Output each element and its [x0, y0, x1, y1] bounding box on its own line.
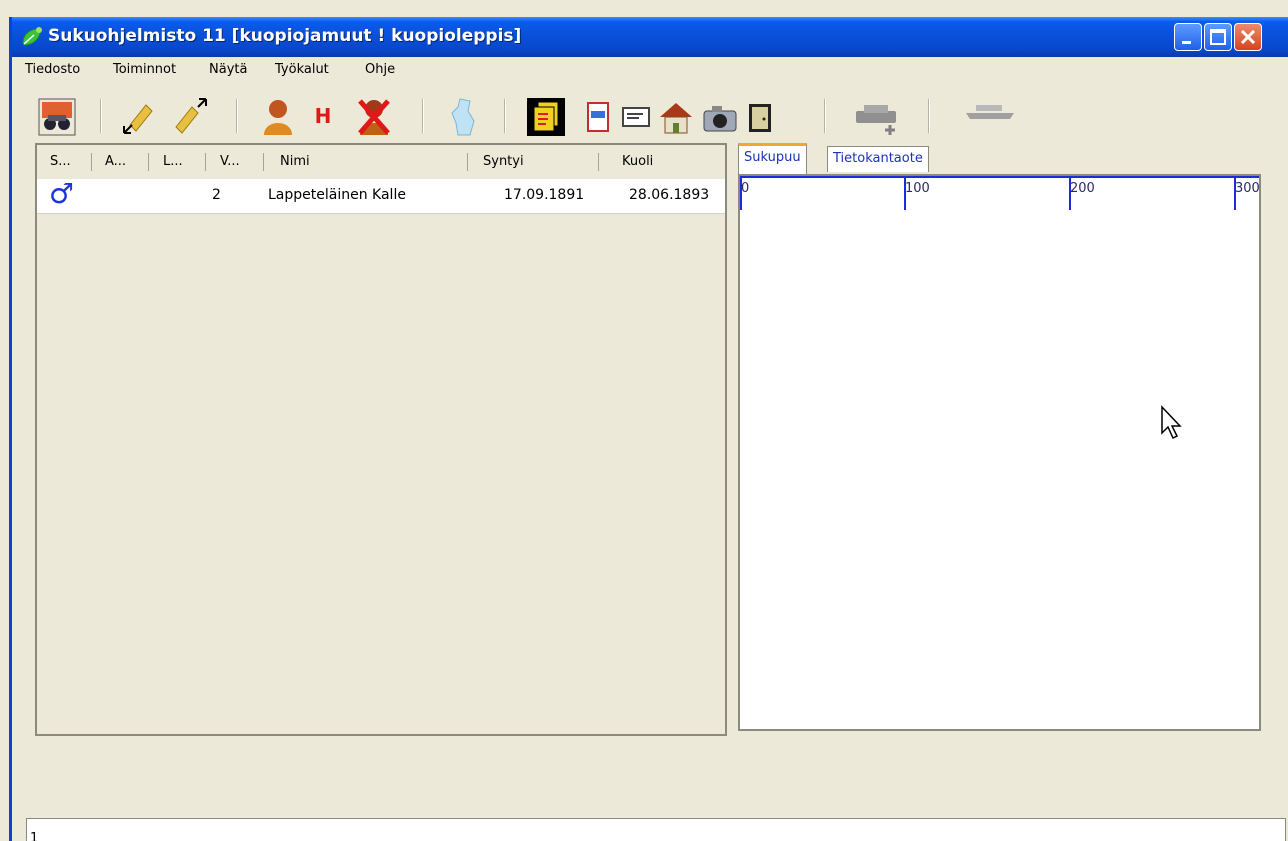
- toolbar: H: [12, 91, 1288, 143]
- column-divider[interactable]: [263, 153, 264, 171]
- column-divider[interactable]: [205, 153, 206, 171]
- column-header-kuoli[interactable]: Kuoli: [622, 154, 653, 169]
- pencil-expand-icon[interactable]: [170, 97, 210, 137]
- menu-tyokalut[interactable]: Työkalut: [275, 62, 329, 77]
- toolbar-separator: [504, 99, 506, 133]
- door-icon[interactable]: [740, 97, 780, 137]
- toolbar-separator: [824, 99, 826, 133]
- scanner-icon[interactable]: [960, 97, 1020, 137]
- house-icon[interactable]: [656, 97, 696, 137]
- ruler-label: 200: [1070, 181, 1095, 196]
- camera-icon[interactable]: [700, 97, 740, 137]
- tab-sukupuu[interactable]: Sukupuu: [738, 143, 807, 174]
- maximize-icon: [1210, 29, 1226, 45]
- maximize-button[interactable]: [1204, 23, 1232, 51]
- map-icon[interactable]: [444, 97, 484, 137]
- ruler-label: 100: [905, 181, 930, 196]
- column-header[interactable]: L...: [163, 154, 183, 169]
- person-delete-icon[interactable]: [354, 97, 394, 137]
- status-text: 1: [30, 831, 39, 841]
- column-header-syntyi[interactable]: Syntyi: [483, 154, 524, 169]
- toolbar-separator: [422, 99, 424, 133]
- menu-tiedosto[interactable]: Tiedosto: [25, 62, 80, 77]
- person-list-panel: S... A... L... V... Nimi Syntyi Kuoli ♂ …: [35, 143, 727, 736]
- cell-died: 28.06.1893: [629, 187, 710, 203]
- mouse-cursor-icon: [1161, 405, 1182, 440]
- table-row[interactable]: ♂ 2 Lappeteläinen Kalle 17.09.1891 28.06…: [37, 177, 725, 214]
- toolbar-separator: [928, 99, 930, 133]
- menu-toiminnot[interactable]: Toiminnot: [113, 62, 176, 77]
- close-button[interactable]: [1234, 23, 1262, 51]
- minimize-icon: [1182, 41, 1191, 44]
- title-bar[interactable]: Sukuohjelmisto 11 [kuopiojamuut ! kuopio…: [12, 17, 1288, 57]
- toolbar-separator: [236, 99, 238, 133]
- male-gender-icon: ♂: [49, 177, 75, 210]
- main-window: Sukuohjelmisto 11 [kuopiojamuut ! kuopio…: [9, 17, 1288, 841]
- ruler-label: 300: [1235, 181, 1260, 196]
- menu-nayta[interactable]: Näytä: [209, 62, 247, 77]
- column-divider[interactable]: [91, 153, 92, 171]
- id-card-icon[interactable]: [578, 97, 618, 137]
- person-icon[interactable]: [258, 97, 298, 137]
- tree-canvas[interactable]: 0 100 200 300: [738, 174, 1261, 731]
- cell-v: 2: [212, 187, 221, 203]
- binoculars-icon[interactable]: [37, 97, 77, 137]
- minimize-button[interactable]: [1174, 23, 1202, 51]
- tab-tietokantaote[interactable]: Tietokantaote: [827, 146, 929, 172]
- menu-ohje[interactable]: Ohje: [365, 62, 395, 77]
- toolbar-separator: [100, 99, 102, 133]
- column-header[interactable]: S...: [50, 154, 71, 169]
- envelope-icon[interactable]: [616, 97, 656, 137]
- close-icon: [1240, 29, 1256, 45]
- h-icon[interactable]: H: [308, 104, 338, 144]
- menu-bar: Tiedosto Toiminnot Näytä Työkalut Ohje: [12, 57, 1288, 83]
- documents-icon[interactable]: [526, 97, 566, 137]
- column-divider[interactable]: [148, 153, 149, 171]
- status-bar: 1: [26, 818, 1286, 841]
- cell-name: Lappeteläinen Kalle: [268, 187, 406, 203]
- stamp-add-icon[interactable]: [850, 97, 904, 137]
- column-divider[interactable]: [467, 153, 468, 171]
- table-header: S... A... L... V... Nimi Syntyi Kuoli: [37, 145, 725, 180]
- app-leaf-icon: [22, 27, 42, 46]
- column-header-nimi[interactable]: Nimi: [280, 154, 310, 169]
- window-title: Sukuohjelmisto 11 [kuopiojamuut ! kuopio…: [48, 26, 522, 46]
- column-header[interactable]: A...: [105, 154, 126, 169]
- ruler-line: [740, 176, 1259, 178]
- cell-born: 17.09.1891: [504, 187, 585, 203]
- column-divider[interactable]: [598, 153, 599, 171]
- ruler-label: 0: [741, 181, 750, 196]
- column-header[interactable]: V...: [220, 154, 240, 169]
- pencil-collapse-icon[interactable]: [120, 97, 160, 137]
